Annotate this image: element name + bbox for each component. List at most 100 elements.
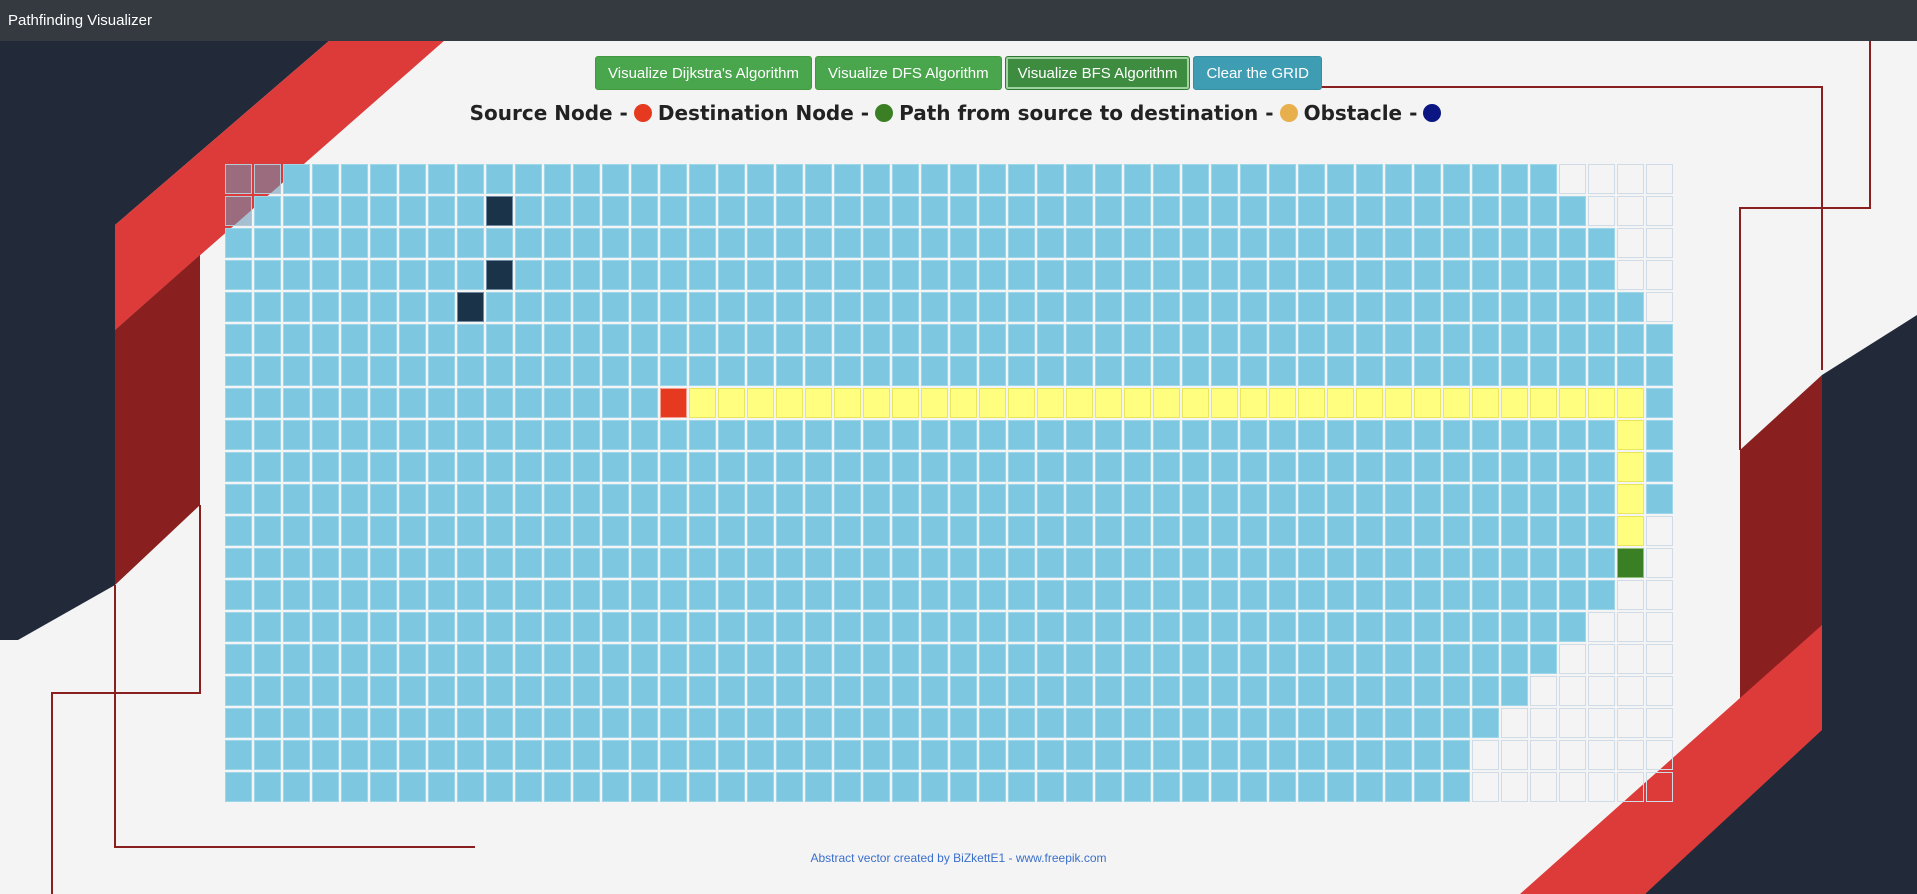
visited-cell[interactable] <box>863 260 890 290</box>
visited-cell[interactable] <box>1269 196 1296 226</box>
visited-cell[interactable] <box>515 196 542 226</box>
visited-cell[interactable] <box>631 324 658 354</box>
visited-cell[interactable] <box>805 772 832 802</box>
visited-cell[interactable] <box>1646 452 1673 482</box>
grid-cell[interactable] <box>1588 164 1615 194</box>
visited-cell[interactable] <box>225 676 252 706</box>
visited-cell[interactable] <box>660 708 687 738</box>
visited-cell[interactable] <box>1501 676 1528 706</box>
visited-cell[interactable] <box>718 420 745 450</box>
visited-cell[interactable] <box>370 196 397 226</box>
visited-cell[interactable] <box>1327 612 1354 642</box>
visited-cell[interactable] <box>1066 612 1093 642</box>
visited-cell[interactable] <box>805 420 832 450</box>
visited-cell[interactable] <box>1530 580 1557 610</box>
visited-cell[interactable] <box>515 740 542 770</box>
grid-cell[interactable] <box>1559 644 1586 674</box>
visited-cell[interactable] <box>1356 228 1383 258</box>
visited-cell[interactable] <box>1443 228 1470 258</box>
visited-cell[interactable] <box>1008 452 1035 482</box>
path-cell[interactable] <box>747 388 774 418</box>
visited-cell[interactable] <box>1240 644 1267 674</box>
visited-cell[interactable] <box>950 196 977 226</box>
visited-cell[interactable] <box>892 228 919 258</box>
visited-cell[interactable] <box>718 356 745 386</box>
visited-cell[interactable] <box>457 548 484 578</box>
visited-cell[interactable] <box>1008 612 1035 642</box>
visited-cell[interactable] <box>1298 612 1325 642</box>
visited-cell[interactable] <box>1124 484 1151 514</box>
visited-cell[interactable] <box>225 708 252 738</box>
visited-cell[interactable] <box>1008 196 1035 226</box>
visited-cell[interactable] <box>1211 772 1238 802</box>
path-cell[interactable] <box>1124 388 1151 418</box>
visited-cell[interactable] <box>689 324 716 354</box>
visited-cell[interactable] <box>689 740 716 770</box>
visited-cell[interactable] <box>1298 420 1325 450</box>
visited-cell[interactable] <box>660 580 687 610</box>
visited-cell[interactable] <box>370 676 397 706</box>
visited-cell[interactable] <box>602 644 629 674</box>
visited-cell[interactable] <box>254 196 281 226</box>
path-cell[interactable] <box>1240 388 1267 418</box>
grid-cell[interactable] <box>1617 260 1644 290</box>
visited-cell[interactable] <box>1211 164 1238 194</box>
visited-cell[interactable] <box>254 516 281 546</box>
visited-cell[interactable] <box>1269 324 1296 354</box>
grid-cell[interactable] <box>1646 260 1673 290</box>
visited-cell[interactable] <box>370 388 397 418</box>
grid-cell[interactable] <box>1646 228 1673 258</box>
visited-cell[interactable] <box>805 292 832 322</box>
visited-cell[interactable] <box>921 164 948 194</box>
visited-cell[interactable] <box>544 580 571 610</box>
visited-cell[interactable] <box>1182 452 1209 482</box>
visited-cell[interactable] <box>1095 324 1122 354</box>
visited-cell[interactable] <box>1240 484 1267 514</box>
visited-cell[interactable] <box>1124 196 1151 226</box>
visited-cell[interactable] <box>1153 580 1180 610</box>
visited-cell[interactable] <box>399 196 426 226</box>
visited-cell[interactable] <box>1066 260 1093 290</box>
visited-cell[interactable] <box>573 612 600 642</box>
obstacle-cell[interactable] <box>457 292 484 322</box>
visited-cell[interactable] <box>1182 772 1209 802</box>
visited-cell[interactable] <box>1008 772 1035 802</box>
visited-cell[interactable] <box>370 164 397 194</box>
visited-cell[interactable] <box>486 164 513 194</box>
visited-cell[interactable] <box>1327 772 1354 802</box>
path-cell[interactable] <box>950 388 977 418</box>
visited-cell[interactable] <box>834 516 861 546</box>
visited-cell[interactable] <box>544 260 571 290</box>
visited-cell[interactable] <box>1095 516 1122 546</box>
visited-cell[interactable] <box>921 292 948 322</box>
visited-cell[interactable] <box>399 324 426 354</box>
visited-cell[interactable] <box>1298 356 1325 386</box>
visited-cell[interactable] <box>225 324 252 354</box>
visited-cell[interactable] <box>573 516 600 546</box>
visited-cell[interactable] <box>1443 676 1470 706</box>
visited-cell[interactable] <box>660 740 687 770</box>
visited-cell[interactable] <box>1066 708 1093 738</box>
visited-cell[interactable] <box>602 420 629 450</box>
visited-cell[interactable] <box>1356 356 1383 386</box>
visited-cell[interactable] <box>979 452 1006 482</box>
visited-cell[interactable] <box>1530 548 1557 578</box>
visited-cell[interactable] <box>747 676 774 706</box>
visited-cell[interactable] <box>399 676 426 706</box>
visited-cell[interactable] <box>1559 292 1586 322</box>
visited-cell[interactable] <box>1414 516 1441 546</box>
visited-cell[interactable] <box>1327 452 1354 482</box>
visited-cell[interactable] <box>1356 772 1383 802</box>
visited-cell[interactable] <box>660 516 687 546</box>
visited-cell[interactable] <box>341 772 368 802</box>
visited-cell[interactable] <box>225 452 252 482</box>
visited-cell[interactable] <box>631 292 658 322</box>
visited-cell[interactable] <box>863 324 890 354</box>
visited-cell[interactable] <box>1298 580 1325 610</box>
visited-cell[interactable] <box>486 612 513 642</box>
visited-cell[interactable] <box>1095 164 1122 194</box>
visited-cell[interactable] <box>805 196 832 226</box>
visited-cell[interactable] <box>979 196 1006 226</box>
grid-cell[interactable] <box>1588 676 1615 706</box>
visited-cell[interactable] <box>1269 516 1296 546</box>
